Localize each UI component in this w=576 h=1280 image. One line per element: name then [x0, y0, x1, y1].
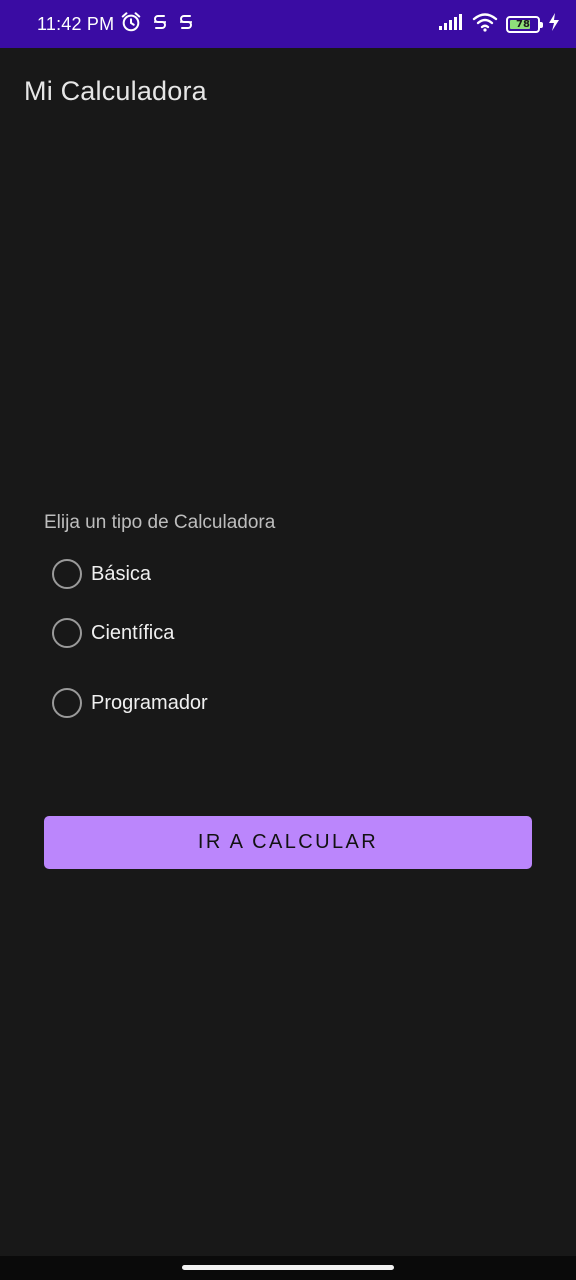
- radio-label: Programador: [91, 691, 208, 714]
- calculator-type-form: Elija un tipo de Calculadora Básica Cien…: [44, 500, 532, 738]
- radio-option-programador[interactable]: Programador: [44, 668, 532, 738]
- radio-option-cientifica[interactable]: Científica: [44, 598, 532, 668]
- radio-label: Básica: [91, 562, 152, 585]
- app-title: Mi Calculadora: [24, 75, 207, 106]
- charging-bolt-icon: [548, 12, 560, 36]
- calculator-type-radio-group: Básica Científica Programador: [44, 550, 532, 738]
- wifi-icon: [472, 12, 498, 37]
- home-indicator[interactable]: [182, 1265, 394, 1270]
- status-right-icons: 78: [438, 12, 560, 37]
- notification-s-icon: [178, 12, 194, 37]
- radio-button-icon[interactable]: [52, 559, 82, 589]
- status-bar: 11:42 PM 78: [0, 0, 576, 48]
- form-prompt: Elija un tipo de Calculadora: [44, 512, 276, 533]
- go-to-calculate-button[interactable]: IR A CALCULAR: [44, 816, 532, 869]
- radio-button-icon[interactable]: [52, 618, 82, 648]
- radio-label: Científica: [91, 621, 175, 644]
- radio-button-icon[interactable]: [52, 688, 82, 718]
- alarm-icon: [120, 11, 142, 38]
- status-time: 11:42 PM: [37, 13, 115, 34]
- battery-level: 78: [516, 18, 530, 30]
- signal-icon: [438, 13, 464, 36]
- radio-option-basica[interactable]: Básica: [44, 550, 532, 598]
- battery-icon: 78: [506, 15, 543, 33]
- status-left-icons: [120, 11, 194, 38]
- notification-s-icon: [152, 12, 168, 37]
- app-bar: Mi Calculadora: [0, 48, 576, 136]
- battery-tip: [540, 21, 543, 28]
